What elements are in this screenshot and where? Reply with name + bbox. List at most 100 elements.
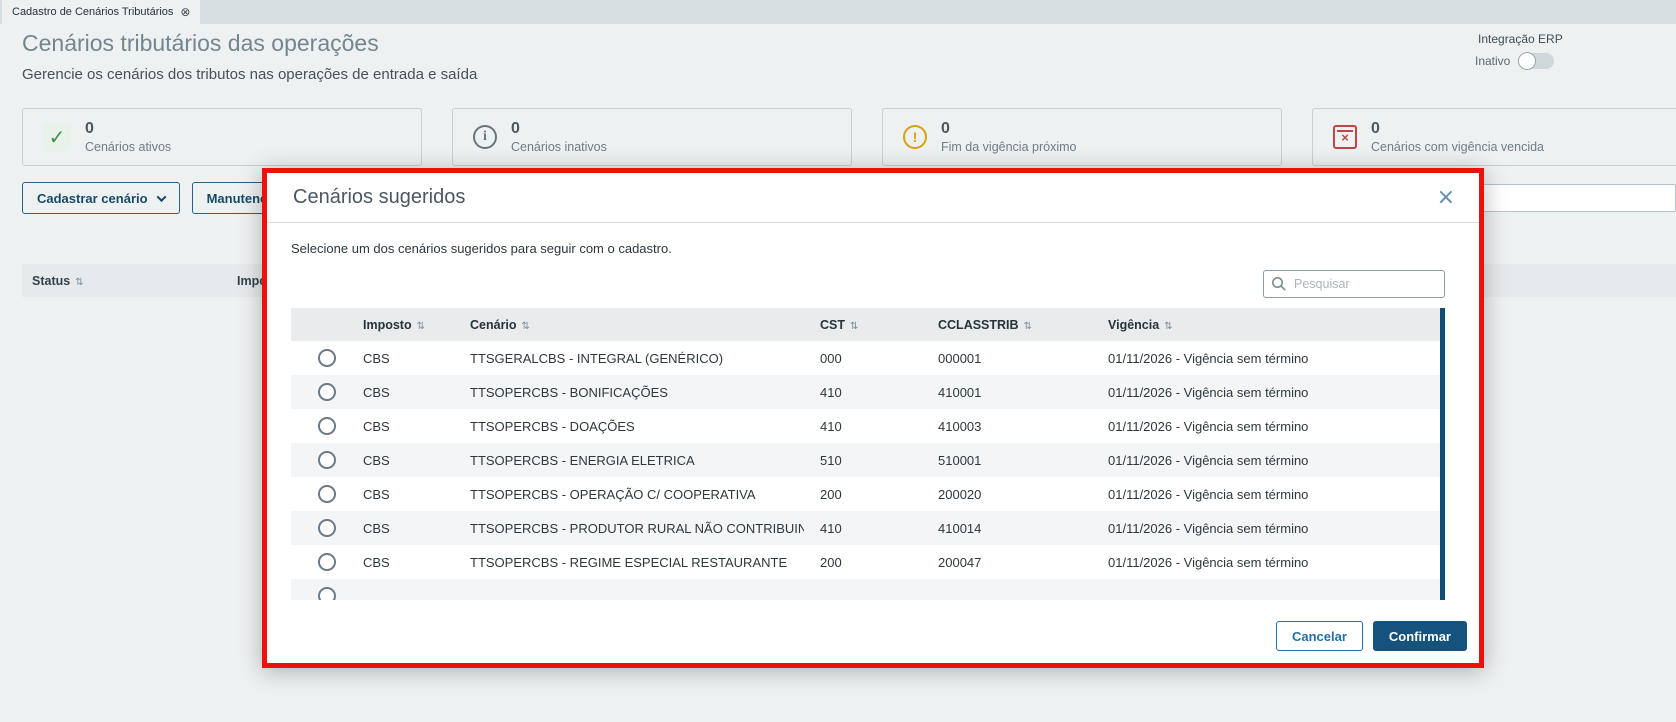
row-radio[interactable] (318, 383, 336, 401)
card-expired-scenarios[interactable]: × 0 Cenários com vigência vencida (1312, 108, 1676, 166)
modal-table: Imposto ⇅ Cenário ⇅ CST ⇅ CCLASSTRIB ⇅ Vigên… (291, 308, 1445, 600)
cancel-button[interactable]: Cancelar (1275, 621, 1363, 651)
warning-icon: ! (903, 125, 927, 149)
card-label: Fim da vigência próximo (941, 140, 1077, 154)
close-icon[interactable]: × (1437, 186, 1455, 209)
table-scrollbar[interactable] (1440, 308, 1445, 600)
vigencia-header[interactable]: Vigência ⇅ (1092, 318, 1445, 332)
row-imposto: CBS (363, 418, 390, 434)
row-radio[interactable] (318, 417, 336, 435)
table-row[interactable]: CBS TTSOPERCBS - REGIME ESPECIAL RESTAUR… (291, 545, 1445, 579)
register-scenario-label: Cadastrar cenário (37, 190, 148, 206)
row-cenario: TTSOPERCBS - ENERGIA ELETRICA (470, 452, 695, 468)
row-imposto: CBS (363, 520, 390, 536)
row-cenario: TTSOPERCBS - BONIFICAÇÕES (470, 384, 668, 400)
card-count: 0 (511, 120, 520, 137)
calendar-x-glyph: × (1341, 129, 1349, 145)
row-cclasstrib: 200047 (938, 554, 982, 570)
status-column-header[interactable]: Status ⇅ (32, 274, 84, 288)
row-cenario: TTSOPERCBS - PRODUTOR RURAL NÃO CONTRIBU… (470, 520, 804, 536)
page-subtitle: Gerencie os cenários dos tributos nas op… (22, 66, 478, 83)
status-column-label: Status (32, 273, 71, 288)
row-cclasstrib: 510001 (938, 452, 982, 468)
row-cclasstrib: 410014 (938, 520, 982, 536)
confirm-button[interactable]: Confirmar (1372, 621, 1467, 651)
row-radio[interactable] (318, 485, 336, 503)
suggested-scenarios-modal: Cenários sugeridos × Selecione um dos ce… (262, 168, 1484, 668)
cclasstrib-header[interactable]: CCLASSTRIB ⇅ (922, 318, 1092, 332)
browser-tab-bar: Cadastro de Cenários Tributários ⊗ (0, 0, 1676, 24)
row-cst: 000 (820, 350, 842, 366)
row-imposto: CBS (363, 486, 390, 502)
row-vigencia: 01/11/2026 - Vigência sem término (1108, 452, 1309, 468)
row-cst: 410 (820, 418, 842, 434)
row-radio[interactable] (318, 553, 336, 571)
row-vigencia: 01/11/2026 - Vigência sem término (1108, 520, 1309, 536)
row-radio[interactable] (318, 587, 336, 600)
row-cclasstrib: 200020 (938, 486, 982, 502)
erp-toggle-knob (1518, 52, 1537, 70)
row-cst: 410 (820, 520, 842, 536)
row-cenario: TTSOPERCBS - DOAÇÕES (470, 418, 635, 434)
card-count: 0 (85, 120, 94, 137)
row-cst: 510 (820, 452, 842, 468)
erp-integration-label: Integração ERP (1478, 32, 1563, 46)
erp-toggle[interactable] (1518, 52, 1555, 70)
sort-icon: ⇅ (521, 320, 530, 332)
table-row[interactable] (291, 579, 1445, 600)
row-cenario: TTSOPERCBS - REGIME ESPECIAL RESTAURANTE (470, 554, 788, 570)
check-icon: ✓ (43, 123, 71, 151)
table-row[interactable]: CBS TTSOPERCBS - PRODUTOR RURAL NÃO CONT… (291, 511, 1445, 545)
row-vigencia: 01/11/2026 - Vigência sem término (1108, 486, 1309, 502)
imposto-header[interactable]: Imposto ⇅ (347, 318, 454, 332)
cenario-header-label: Cenário (470, 317, 517, 332)
row-cclasstrib: 410003 (938, 418, 982, 434)
row-imposto: CBS (363, 350, 390, 366)
card-label: Cenários com vigência vencida (1371, 140, 1545, 154)
card-count: 0 (941, 120, 950, 137)
cst-header-label: CST (820, 317, 845, 332)
table-row[interactable]: CBS TTSOPERCBS - ENERGIA ELETRICA 510 51… (291, 443, 1445, 477)
row-imposto: CBS (363, 554, 390, 570)
row-radio[interactable] (318, 519, 336, 537)
browser-tab[interactable]: Cadastro de Cenários Tributários ⊗ (2, 0, 201, 24)
page-title: Cenários tributários das operações (22, 30, 379, 56)
row-vigencia: 01/11/2026 - Vigência sem término (1108, 554, 1309, 570)
row-vigencia: 01/11/2026 - Vigência sem término (1108, 384, 1309, 400)
modal-table-body: CBS TTSGERALCBS - INTEGRAL (GENÉRICO) 00… (291, 341, 1445, 600)
table-row[interactable]: CBS TTSGERALCBS - INTEGRAL (GENÉRICO) 00… (291, 341, 1445, 375)
table-row[interactable]: CBS TTSOPERCBS - BONIFICAÇÕES 410 410001… (291, 375, 1445, 409)
erp-status-label: Inativo (1475, 54, 1511, 68)
card-label: Cenários ativos (85, 140, 172, 154)
row-cst: 200 (820, 486, 842, 502)
row-radio[interactable] (318, 451, 336, 469)
cenario-header[interactable]: Cenário ⇅ (454, 318, 804, 332)
calendar-x-icon: × (1333, 125, 1357, 149)
row-vigencia: 01/11/2026 - Vigência sem término (1108, 418, 1309, 434)
row-cclasstrib: 410001 (938, 384, 982, 400)
sort-icon: ⇅ (850, 320, 859, 332)
modal-table-header: Imposto ⇅ Cenário ⇅ CST ⇅ CCLASSTRIB ⇅ Vigên… (291, 308, 1445, 341)
chevron-down-icon (156, 191, 167, 202)
card-expiring-scenarios[interactable]: ! 0 Fim da vigência próximo (882, 108, 1282, 166)
table-row[interactable]: CBS TTSOPERCBS - OPERAÇÃO C/ COOPERATIVA… (291, 477, 1445, 511)
imposto-header-label: Imposto (363, 317, 412, 332)
table-row[interactable]: CBS TTSOPERCBS - DOAÇÕES 410 410003 01/1… (291, 409, 1445, 443)
row-cst: 410 (820, 384, 842, 400)
register-scenario-button[interactable]: Cadastrar cenário (22, 182, 180, 214)
card-active-scenarios[interactable]: ✓ 0 Cenários ativos (22, 108, 422, 166)
row-imposto: CBS (363, 452, 390, 468)
cst-header[interactable]: CST ⇅ (804, 318, 922, 332)
row-radio[interactable] (318, 349, 336, 367)
vigencia-header-label: Vigência (1108, 317, 1160, 332)
modal-description: Selecione um dos cenários sugeridos para… (291, 241, 672, 256)
sort-icon: ⇅ (75, 276, 84, 288)
info-icon: i (473, 125, 497, 149)
card-inactive-scenarios[interactable]: i 0 Cenários inativos (452, 108, 852, 166)
stat-cards: ✓ 0 Cenários ativos i 0 Cenários inativo… (22, 108, 1676, 166)
row-imposto: CBS (363, 384, 390, 400)
sort-icon: ⇅ (1164, 320, 1173, 332)
sort-icon: ⇅ (416, 320, 425, 332)
modal-search-input[interactable] (1263, 270, 1445, 298)
tab-close-icon[interactable]: ⊗ (180, 6, 190, 18)
